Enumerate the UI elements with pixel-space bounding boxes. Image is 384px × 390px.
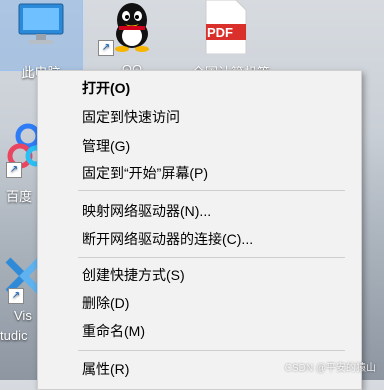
menu-item-delete[interactable]: 删除(D) — [38, 290, 361, 316]
pdf-text: PDF — [207, 25, 233, 40]
menu-separator — [78, 190, 345, 191]
menu-item-label: 管理(G) — [82, 138, 131, 154]
menu-separator — [78, 257, 345, 258]
menu-item-manage[interactable]: 管理(G) — [38, 133, 361, 159]
menu-separator — [78, 350, 345, 351]
computer-icon — [18, 3, 64, 44]
desktop-icon-this-pc[interactable]: 此电脑 — [0, 0, 83, 80]
context-menu: 打开(O) 固定到快速访问 管理(G) 固定到“开始”屏幕(P) 映射网络驱动器… — [37, 70, 362, 390]
menu-item-pin-quick-access[interactable]: 固定到快速访问 — [38, 104, 361, 130]
menu-item-rename[interactable]: 重命名(M) — [38, 318, 361, 344]
vs-label-line2: tudic — [0, 328, 28, 343]
menu-item-label: 固定到“开始”屏幕(P) — [82, 165, 208, 181]
shortcut-arrow-icon: ↗ — [8, 288, 24, 304]
qq-penguin-icon — [115, 3, 149, 52]
menu-item-label: 删除(D) — [82, 295, 130, 311]
shortcut-arrow-icon: ↗ — [6, 162, 22, 178]
menu-item-label: 打开(O) — [82, 80, 131, 96]
menu-item-create-shortcut[interactable]: 创建快捷方式(S) — [38, 262, 361, 288]
menu-item-label: 映射网络驱动器(N)... — [82, 203, 212, 219]
shortcut-arrow-icon: ↗ — [98, 40, 114, 56]
menu-item-label: 属性(R) — [82, 361, 130, 377]
menu-item-label: 重命名(M) — [82, 323, 145, 339]
desktop-icon-qq[interactable]: ↗ QQ — [96, 0, 168, 77]
menu-item-pin-start[interactable]: 固定到“开始”屏幕(P) — [38, 160, 361, 186]
menu-item-label: 创建快捷方式(S) — [82, 267, 185, 283]
menu-item-map-network-drive[interactable]: 映射网络驱动器(N)... — [38, 198, 361, 224]
watermark: CSDN @平安的猿山 — [284, 363, 376, 374]
menu-item-label: 固定到快速访问 — [82, 109, 180, 125]
menu-item-open[interactable]: 打开(O) — [38, 75, 361, 101]
menu-item-label: 断开网络驱动器的连接(C)... — [82, 231, 254, 247]
desktop-icon-pdf[interactable]: PDF 全国计算机等 — [190, 0, 270, 80]
menu-item-disconnect-network-drive[interactable]: 断开网络驱动器的连接(C)... — [38, 226, 361, 252]
